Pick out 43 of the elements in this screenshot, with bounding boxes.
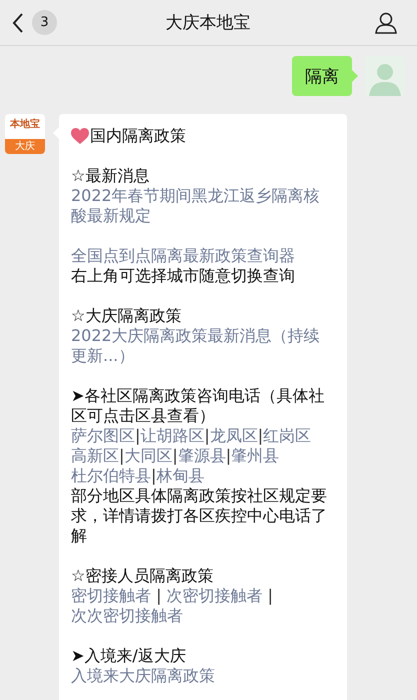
logo-city: 大庆 xyxy=(5,139,45,154)
district-link[interactable]: 肇源县 xyxy=(178,446,226,465)
district-link[interactable]: 红岗区 xyxy=(263,426,312,445)
separator: | xyxy=(135,426,140,445)
district-link[interactable]: 萨尔图区 xyxy=(71,426,135,445)
district-link[interactable]: 肇州县 xyxy=(231,446,280,465)
logo-text: 本地宝 xyxy=(8,117,41,132)
district-link[interactable]: 大同区 xyxy=(124,446,172,465)
district-link[interactable]: 杜尔伯特县 xyxy=(71,466,151,485)
section-heading: ➤入境来/返大庆 xyxy=(71,646,187,666)
separator: | xyxy=(172,446,178,465)
separator: | xyxy=(266,586,274,605)
district-link[interactable]: 高新区 xyxy=(71,446,119,465)
district-link[interactable]: 让胡路区 xyxy=(140,426,204,445)
heart-icon xyxy=(71,128,89,144)
article-link[interactable]: 2022年春节期间黑龙江返乡隔离核酸最新规定 xyxy=(71,186,335,226)
article-link[interactable]: 入境来大庆隔离政策 xyxy=(71,666,335,686)
district-link[interactable]: 次密切接触者 xyxy=(166,586,263,605)
separator: | xyxy=(151,466,156,485)
district-link[interactable]: 林甸县 xyxy=(156,466,204,485)
separator: | xyxy=(258,426,264,445)
separator: | xyxy=(155,586,162,605)
section-heading: ☆最新消息 xyxy=(71,166,150,186)
separator: | xyxy=(226,446,232,465)
section-heading: ☆大庆隔离政策 xyxy=(71,306,182,326)
message-text: 部分地区具体隔离政策按社区规定要求，详情请拨打各区疾控中心电话了解 xyxy=(71,486,328,546)
profile-icon[interactable] xyxy=(375,12,397,34)
separator: | xyxy=(204,426,210,445)
message-title: 国内隔离政策 xyxy=(90,126,186,146)
article-link[interactable]: 全国点到点隔离最新政策查询器 xyxy=(71,246,335,266)
back-icon[interactable] xyxy=(12,12,24,34)
district-link[interactable]: 密切接触者 xyxy=(71,586,151,605)
unread-count-badge: 3 xyxy=(32,10,57,35)
district-link[interactable]: 次次密切接触者 xyxy=(71,606,183,625)
separator: | xyxy=(119,446,124,465)
section-heading: ☆密接人员隔离政策 xyxy=(71,566,214,586)
district-link[interactable]: 龙凤区 xyxy=(210,426,258,445)
chat-title: 大庆本地宝 xyxy=(164,12,252,34)
section-heading: ➤各社区隔离政策咨询电话（具体社区可点击区县查看） xyxy=(71,386,326,426)
article-link[interactable]: 2022大庆隔离政策最新消息（持续更新...） xyxy=(71,326,335,366)
message-text: 右上角可选择城市随意切换查询 xyxy=(71,266,296,286)
sent-message-bubble: 隔离 xyxy=(292,56,352,96)
bubble-tail xyxy=(352,70,358,82)
